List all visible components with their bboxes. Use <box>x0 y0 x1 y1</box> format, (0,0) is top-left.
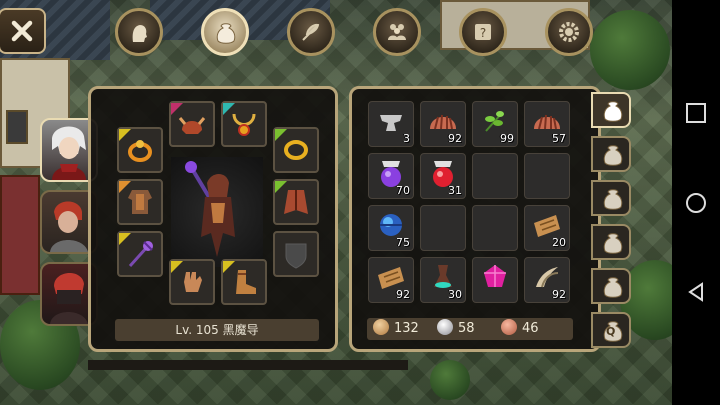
inventory-slot[interactable]: 92 <box>420 101 466 147</box>
item-quantity: 92 <box>448 132 462 145</box>
boot-icon <box>236 270 256 294</box>
equip-slot-boots[interactable] <box>221 259 267 305</box>
skills-menu-button[interactable] <box>287 8 335 56</box>
inventory-slot[interactable]: 57 <box>524 101 570 147</box>
inventory-slot[interactable] <box>472 257 518 303</box>
settings-menu-button[interactable] <box>545 8 593 56</box>
helmet-icon <box>178 117 206 134</box>
inventory-slot[interactable]: 75 <box>368 205 414 251</box>
bag-tab-5[interactable] <box>591 268 631 304</box>
bag-tab-4[interactable] <box>591 224 631 260</box>
inventory-slot[interactable]: 31 <box>420 153 466 199</box>
inventory-slot[interactable]: 70 <box>368 153 414 199</box>
quest-menu-button[interactable]: ? <box>459 8 507 56</box>
character-model <box>171 157 263 267</box>
equip-slot-gloves[interactable] <box>169 259 215 305</box>
bag-icon <box>603 145 623 166</box>
armor-icon <box>128 190 152 214</box>
party-icon <box>388 24 406 40</box>
character-menu-button[interactable] <box>115 8 163 56</box>
item-quantity: 30 <box>448 288 462 301</box>
item-quantity: 3 <box>403 132 410 145</box>
bag-tab-1[interactable] <box>591 92 631 128</box>
inventory-slot-empty[interactable] <box>472 153 518 199</box>
bag-icon <box>603 189 623 210</box>
item-quantity: 75 <box>396 236 410 249</box>
inventory-slot[interactable]: 3 <box>368 101 414 147</box>
feather-icon <box>302 23 320 41</box>
dark-mage-model-icon <box>185 161 235 257</box>
inventory-slot[interactable]: 92 <box>368 257 414 303</box>
item-quantity: 92 <box>552 288 566 301</box>
inventory-slot[interactable]: 30 <box>420 257 466 303</box>
gold-coin-icon <box>373 319 389 335</box>
equip-slot-helmet[interactable] <box>169 101 215 147</box>
bag-menu-button[interactable] <box>201 8 249 56</box>
equip-slot-necklace[interactable] <box>221 101 267 147</box>
staff-icon <box>128 241 153 268</box>
inventory-slot-empty[interactable] <box>524 153 570 199</box>
copper-amount: 46 <box>522 321 539 336</box>
back-button[interactable] <box>686 282 706 302</box>
scroll-icon: ? <box>475 24 491 40</box>
necklace-icon <box>232 113 256 136</box>
silver-currency: 58 <box>437 318 475 340</box>
recent-apps-button[interactable] <box>686 103 706 123</box>
item-quantity: 92 <box>396 288 410 301</box>
equip-slot-ring-right[interactable] <box>273 127 319 173</box>
party-menu-button[interactable] <box>373 8 421 56</box>
equip-slot-ring-left[interactable] <box>117 127 163 173</box>
equip-slot-armor[interactable] <box>117 179 163 225</box>
quest-bag-label: Q <box>606 325 616 338</box>
gear-icon <box>559 22 579 42</box>
inventory-slot-empty[interactable] <box>472 205 518 251</box>
inventory-slot[interactable]: 99 <box>472 101 518 147</box>
silver-amount: 58 <box>458 321 475 336</box>
bag-tab-2[interactable] <box>591 136 631 172</box>
equipment-panel: Lv. 105 黑魔导 <box>88 86 338 352</box>
equip-slot-weapon[interactable] <box>117 231 163 277</box>
character-level-label: Lv. 105 黑魔导 <box>115 319 319 341</box>
bag-tab-quest[interactable]: Q <box>591 312 631 348</box>
gold-currency: 132 <box>373 318 419 340</box>
bag-icon <box>603 101 623 122</box>
cape-icon <box>284 190 308 214</box>
copper-coin-icon <box>501 319 517 335</box>
system-navigation-bar <box>672 0 720 405</box>
close-icon <box>11 20 33 42</box>
item-quantity: 20 <box>552 236 566 249</box>
currency-bar: 132 58 46 <box>367 318 573 340</box>
item-quantity: 31 <box>448 184 462 197</box>
inventory-slot[interactable]: 20 <box>524 205 570 251</box>
pink-gem-icon <box>484 265 506 287</box>
svg-text:?: ? <box>480 26 486 40</box>
shield-empty-icon <box>285 243 307 269</box>
item-quantity: 57 <box>552 132 566 145</box>
gold-amount: 132 <box>394 321 419 336</box>
close-button[interactable] <box>0 8 46 54</box>
home-button[interactable] <box>686 193 706 213</box>
head-icon <box>132 25 147 42</box>
item-quantity: 99 <box>500 132 514 145</box>
bag-icon <box>603 277 623 298</box>
ring-icon <box>128 140 152 162</box>
bag-icon <box>603 233 623 254</box>
equip-slot-cape[interactable] <box>273 179 319 225</box>
inventory-panel: 3 92 99 57 70 31 75 20 92 30 92 132 58 46 <box>349 86 601 352</box>
glove-icon <box>184 272 202 292</box>
silver-coin-icon <box>437 319 453 335</box>
ring-icon <box>284 140 308 160</box>
bag-icon <box>216 23 236 44</box>
equip-slot-offhand[interactable] <box>273 231 319 277</box>
inventory-slot[interactable]: 92 <box>524 257 570 303</box>
copper-currency: 46 <box>501 318 539 340</box>
bag-tab-3[interactable] <box>591 180 631 216</box>
item-quantity: 70 <box>396 184 410 197</box>
inventory-slot-empty[interactable] <box>420 205 466 251</box>
